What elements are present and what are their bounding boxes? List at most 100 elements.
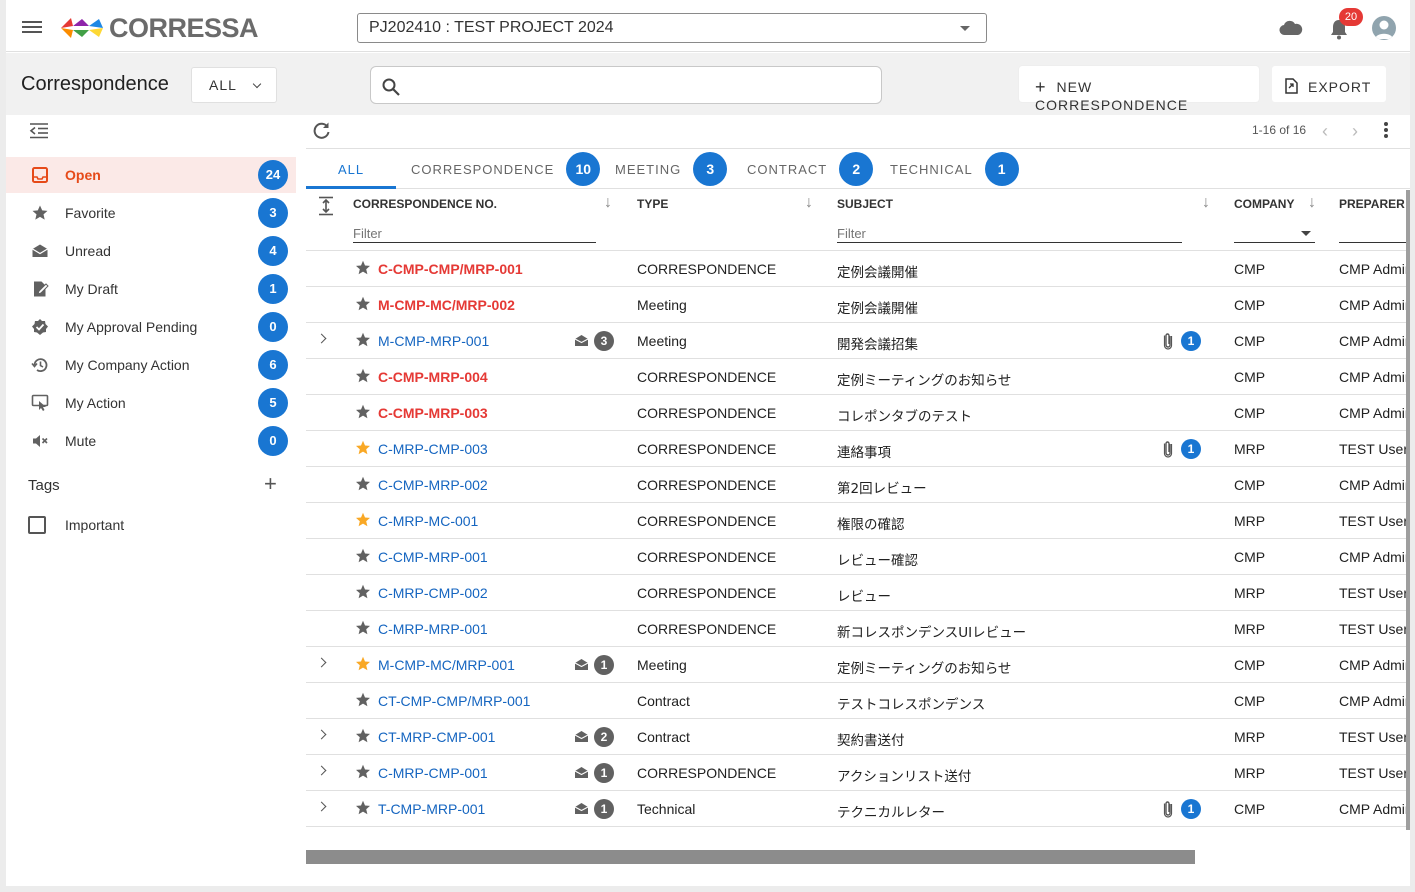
vertical-scrollbar[interactable] [1406,190,1410,830]
cloud-icon[interactable] [1279,20,1303,36]
tab-contract[interactable]: CONTRACT 2 [747,149,874,189]
correspondence-no-link[interactable]: M-CMP-MC/MRP-002 [378,297,515,313]
star-icon[interactable] [355,332,371,348]
star-icon[interactable] [355,296,371,312]
sidebar-item-my-action[interactable]: My Action 5 [6,385,296,421]
expand-all-icon[interactable] [318,196,334,216]
star-icon[interactable] [355,548,371,564]
correspondence-no-link[interactable]: C-CMP-MRP-002 [378,477,488,493]
collapse-sidebar-icon[interactable] [29,122,49,140]
sidebar-item-unread[interactable]: Unread 4 [6,233,296,269]
correspondence-no-link[interactable]: T-CMP-MRP-001 [378,801,485,817]
tab-meeting[interactable]: MEETING 3 [615,149,728,189]
sort-arrow-down-icon[interactable]: ↓ [604,194,612,212]
star-icon[interactable] [355,692,371,708]
sidebar-item-my-approval-pending[interactable]: My Approval Pending 0 [6,309,296,345]
correspondence-no-link[interactable]: CT-CMP-CMP/MRP-001 [378,693,530,709]
scope-filter-select[interactable]: ALL [191,67,277,103]
tag-checkbox[interactable] [28,516,46,534]
sort-arrow-down-icon[interactable]: ↓ [1202,194,1210,212]
hamburger-menu-icon[interactable] [22,18,42,38]
tab-technical[interactable]: TECHNICAL 1 [890,149,1019,189]
chevron-right-icon[interactable] [316,657,327,668]
correspondence-no-filter[interactable] [353,223,596,243]
search-input[interactable] [409,75,869,97]
refresh-icon[interactable] [312,121,332,141]
sidebar-item-mute[interactable]: Mute 0 [6,423,296,459]
star-icon[interactable] [355,260,371,276]
column-header-type[interactable]: TYPE [637,197,668,211]
sort-arrow-down-icon[interactable]: ↓ [1308,194,1316,212]
correspondence-no-link[interactable]: M-CMP-MC/MRP-001 [378,657,515,673]
export-button[interactable]: EXPORT [1272,66,1386,102]
correspondence-no-link[interactable]: C-MRP-CMP-003 [378,441,488,457]
sidebar-item-open[interactable]: Open 24 [6,157,296,193]
table-row[interactable]: M-CMP-MC/MRP-001 1 Meeting 定例ミーティングのお知らせ CMP… [306,647,1409,683]
correspondence-no-link[interactable]: CT-MRP-CMP-001 [378,729,495,745]
more-vert-icon[interactable] [1384,122,1388,140]
correspondence-no-link[interactable]: M-CMP-MRP-001 [378,333,489,349]
chevron-right-icon[interactable] [316,765,327,776]
column-header-correspondence-no[interactable]: CORRESPONDENCE NO. [353,197,497,211]
table-row[interactable]: C-MRP-MC-001 CORRESPONDENCE 権限の確認 MRP TEST U… [306,503,1408,539]
tab-all[interactable]: ALL [338,149,364,189]
app-logo[interactable]: CORRESSA [59,13,259,43]
chevron-right-icon[interactable]: › [1352,121,1358,142]
user-avatar[interactable] [1372,16,1396,40]
new-correspondence-button[interactable]: + NEW CORRESPONDENCE [1019,66,1259,113]
tag-item-important[interactable]: Important [28,513,124,537]
star-icon[interactable] [355,800,371,816]
correspondence-no-link[interactable]: C-MRP-CMP-001 [378,765,488,781]
table-row[interactable]: CT-CMP-CMP/MRP-001 Contract テストコレスポンデンス CMP… [306,683,1409,719]
star-icon[interactable] [355,764,371,780]
correspondence-no-link[interactable]: C-CMP-MRP-003 [378,405,488,421]
search-box[interactable] [370,66,882,104]
table-row[interactable]: C-MRP-CMP-001 1 CORRESPONDENCE アクションリスト送付 MR… [306,755,1408,791]
subject-filter[interactable] [837,223,1182,243]
table-row[interactable]: M-CMP-MC/MRP-002 Meeting 定例会議開催 CMP CMP Admi… [306,287,1409,323]
project-select[interactable]: PJ202410 : TEST PROJECT 2024 [357,13,987,43]
star-icon[interactable] [355,620,371,636]
chevron-right-icon[interactable] [316,333,327,344]
star-icon[interactable] [355,476,371,492]
star-icon[interactable] [355,656,371,672]
add-tag-icon[interactable]: + [264,473,277,495]
table-row[interactable]: C-CMP-MRP-004 CORRESPONDENCE 定例ミーティングのお知らせ… [306,359,1409,395]
column-header-preparer[interactable]: PREPARER [1339,197,1405,211]
chevron-left-icon[interactable]: ‹ [1322,121,1328,142]
correspondence-no-link[interactable]: C-CMP-MRP-001 [378,549,488,565]
star-icon[interactable] [355,728,371,744]
tab-correspondence[interactable]: CORRESPONDENCE 10 [411,149,601,189]
sort-arrow-down-icon[interactable]: ↓ [805,194,813,212]
table-row[interactable]: C-CMP-MRP-002 CORRESPONDENCE 第2回レビュー CMP CMP… [306,467,1409,503]
table-row[interactable]: C-CMP-MRP-003 CORRESPONDENCE コレポンタブのテスト CMP… [306,395,1409,431]
star-icon[interactable] [355,404,371,420]
correspondence-no-link[interactable]: C-MRP-MC-001 [378,513,478,529]
sidebar-item-favorite[interactable]: Favorite 3 [6,195,296,231]
table-row[interactable]: C-MRP-CMP-002 CORRESPONDENCE レビュー MRP TEST U… [306,575,1408,611]
star-icon[interactable] [355,368,371,384]
table-row[interactable]: C-CMP-CMP/MRP-001 CORRESPONDENCE 定例会議開催 CMP… [306,251,1409,287]
star-icon[interactable] [355,512,371,528]
column-header-subject[interactable]: SUBJECT [837,197,893,211]
preparer-filter[interactable] [1339,223,1406,243]
table-row[interactable]: C-MRP-CMP-003 CORRESPONDENCE 連絡事項 1 MRP TEST … [306,431,1408,467]
sidebar-item-my-company-action[interactable]: My Company Action 6 [6,347,296,383]
table-row[interactable]: C-CMP-MRP-001 CORRESPONDENCE レビュー確認 CMP CMP … [306,539,1409,575]
column-header-company[interactable]: COMPANY [1234,197,1294,211]
sidebar-item-my-draft[interactable]: My Draft 1 [6,271,296,307]
star-icon[interactable] [355,440,371,456]
correspondence-no-link[interactable]: C-MRP-MRP-001 [378,621,488,637]
chevron-right-icon[interactable] [316,729,327,740]
table-row[interactable]: C-MRP-MRP-001 CORRESPONDENCE 新コレスポンデンスUIレビ… [306,611,1408,647]
correspondence-no-link[interactable]: C-CMP-CMP/MRP-001 [378,261,523,277]
chevron-right-icon[interactable] [316,801,327,812]
table-row[interactable]: CT-MRP-CMP-001 2 Contract 契約書送付 MRP TEST User [306,719,1408,755]
correspondence-no-link[interactable]: C-CMP-MRP-004 [378,369,488,385]
table-row[interactable]: M-CMP-MRP-001 3 Meeting 開発会議招集 1 CMP CMP Admin [306,323,1409,359]
star-icon[interactable] [355,584,371,600]
correspondence-no-link[interactable]: C-MRP-CMP-002 [378,585,488,601]
company-filter-select[interactable] [1234,223,1315,243]
horizontal-scrollbar[interactable] [306,850,1195,864]
table-row[interactable]: T-CMP-MRP-001 1 Technical テクニカルレター 1 CMP CMP A… [306,791,1409,827]
